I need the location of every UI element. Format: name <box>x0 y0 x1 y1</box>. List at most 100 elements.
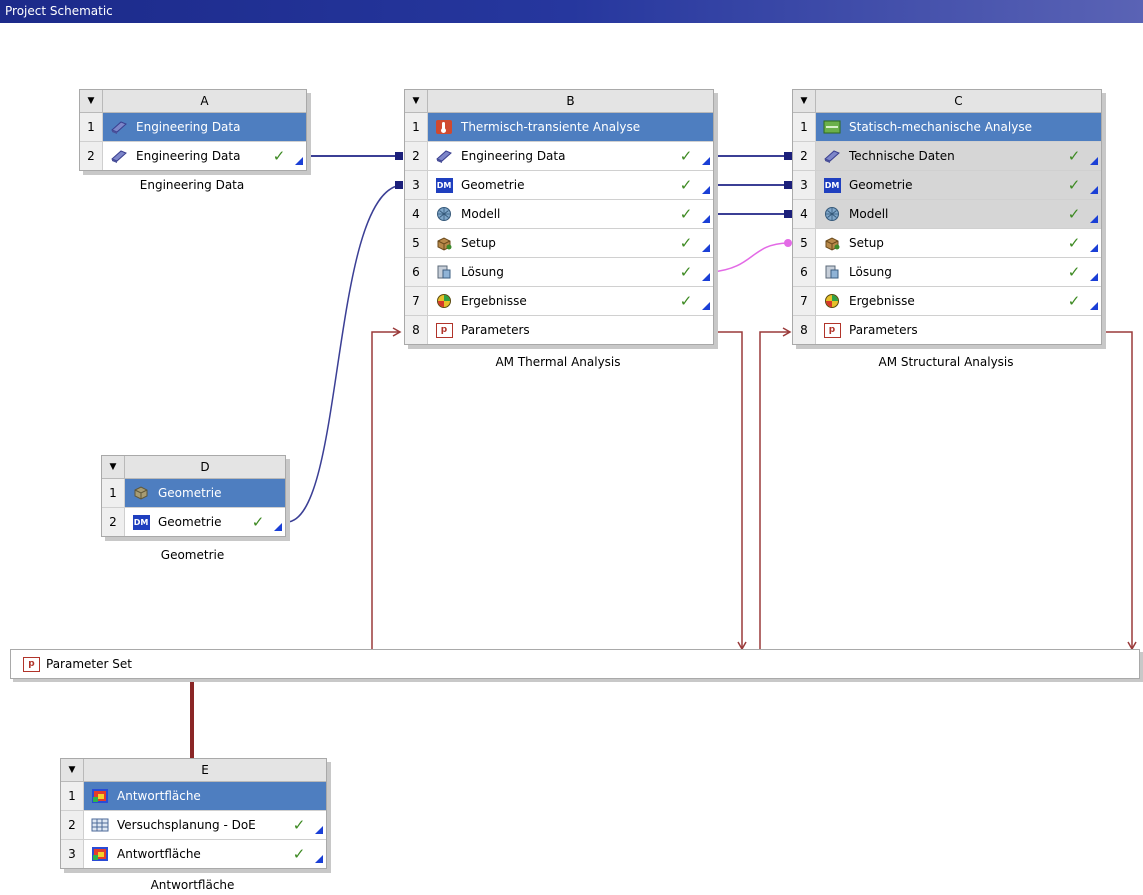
status-flag-icon <box>267 508 285 536</box>
system-b-caption[interactable]: AM Thermal Analysis <box>404 355 712 369</box>
cell-label: Engineering Data <box>136 120 241 134</box>
cell-label: Geometrie <box>158 486 222 500</box>
status-flag-icon <box>1083 171 1101 199</box>
system-letter: E <box>201 763 209 777</box>
collapse-arrow-icon[interactable]: ▼ <box>80 90 103 112</box>
cell-label: Antwortfläche <box>117 789 201 803</box>
status-flag-icon <box>695 200 713 228</box>
cell-label: Modell <box>461 207 501 221</box>
cell-label: Statisch-mechanische Analyse <box>849 120 1032 134</box>
collapse-arrow-icon[interactable]: ▼ <box>405 90 428 112</box>
cell-c1[interactable]: 1 Statisch-mechanische Analyse <box>793 113 1101 142</box>
static-structural-icon <box>821 118 843 136</box>
cell-label: Engineering Data <box>461 149 566 163</box>
cell-d1[interactable]: 1 Geometrie <box>102 479 285 508</box>
cell-c3[interactable]: 3 DM Geometrie ✓ <box>793 171 1101 200</box>
check-icon: ✓ <box>679 234 693 252</box>
cell-c2[interactable]: 2 Technische Daten ✓ <box>793 142 1101 171</box>
cell-label: Setup <box>461 236 496 250</box>
engineering-data-icon <box>108 147 130 165</box>
cell-c5[interactable]: 5 Setup ✓ <box>793 229 1101 258</box>
cell-c4[interactable]: 4 Modell ✓ <box>793 200 1101 229</box>
response-surface-icon <box>89 787 111 805</box>
window-title: Project Schematic <box>0 0 1143 23</box>
cell-label: Geometrie <box>849 178 913 192</box>
system-b[interactable]: ▼ B 1 Thermisch-transiente Analyse 2 Engineer… <box>404 89 714 345</box>
system-letter: D <box>200 460 210 474</box>
cell-label: Lösung <box>849 265 892 279</box>
row-number: 6 <box>793 258 816 286</box>
row-number: 4 <box>405 200 428 228</box>
cell-c7[interactable]: 7 Ergebnisse ✓ <box>793 287 1101 316</box>
collapse-arrow-icon[interactable]: ▼ <box>793 90 816 112</box>
status-flag-icon <box>695 229 713 257</box>
status-flag-icon <box>1083 229 1101 257</box>
param-link-b-in <box>371 331 400 649</box>
system-e[interactable]: ▼ E 1 Antwortfläche 2 Versuchsplanung - DoE ✓ 3… <box>60 758 327 869</box>
response-surface-icon <box>89 845 111 863</box>
check-icon: ✓ <box>1067 205 1081 223</box>
cell-b4[interactable]: 4 Modell ✓ <box>405 200 713 229</box>
status-flag-icon <box>308 811 326 839</box>
system-d-header: ▼ D <box>102 456 285 479</box>
parameter-set-bar[interactable]: p Parameter Set <box>10 649 1140 679</box>
cell-d2[interactable]: 2 DM Geometrie ✓ <box>102 508 285 536</box>
cell-label: Geometrie <box>461 178 525 192</box>
system-a[interactable]: ▼ A 1 Engineering Data 2 Engineering Data ✓ <box>79 89 307 171</box>
designmodeler-icon: DM <box>433 176 455 194</box>
row-number: 1 <box>80 113 103 141</box>
cell-b6[interactable]: 6 Lösung ✓ <box>405 258 713 287</box>
cell-e2[interactable]: 2 Versuchsplanung - DoE ✓ <box>61 811 326 840</box>
cell-b2[interactable]: 2 Engineering Data ✓ <box>405 142 713 171</box>
cell-label: Lösung <box>461 265 504 279</box>
status-flag-icon <box>695 287 713 315</box>
row-number: 1 <box>793 113 816 141</box>
row-number: 1 <box>102 479 125 507</box>
cell-c8[interactable]: 8 p Parameters <box>793 316 1101 344</box>
row-number: 7 <box>793 287 816 315</box>
row-number: 1 <box>405 113 428 141</box>
check-icon: ✓ <box>1067 292 1081 310</box>
system-a-caption[interactable]: Engineering Data <box>79 178 305 192</box>
cell-a1[interactable]: 1 Engineering Data <box>80 113 306 142</box>
cell-b8[interactable]: 8 p Parameters <box>405 316 713 344</box>
results-icon <box>821 292 843 310</box>
cell-a2[interactable]: 2 Engineering Data ✓ <box>80 142 306 170</box>
cell-e3[interactable]: 3 Antwortfläche ✓ <box>61 840 326 868</box>
status-flag-icon <box>1083 287 1101 315</box>
thermal-analysis-icon <box>433 118 455 136</box>
model-icon <box>433 205 455 223</box>
cell-label: Modell <box>849 207 889 221</box>
row-number: 6 <box>405 258 428 286</box>
cell-b1[interactable]: 1 Thermisch-transiente Analyse <box>405 113 713 142</box>
row-number: 2 <box>793 142 816 170</box>
port-c4 <box>784 210 792 218</box>
row-number: 7 <box>405 287 428 315</box>
collapse-arrow-icon[interactable]: ▼ <box>102 456 125 478</box>
cell-e1[interactable]: 1 Antwortfläche <box>61 782 326 811</box>
collapse-arrow-icon[interactable]: ▼ <box>61 759 84 781</box>
port-c5 <box>784 239 792 247</box>
cell-b5[interactable]: 5 Setup ✓ <box>405 229 713 258</box>
status-flag-icon <box>695 142 713 170</box>
cell-label: Ergebnisse <box>849 294 915 308</box>
system-e-caption[interactable]: Antwortfläche <box>60 878 325 892</box>
geometry-box-icon <box>130 484 152 502</box>
system-d-caption[interactable]: Geometrie <box>101 548 284 562</box>
system-c-header: ▼ C <box>793 90 1101 113</box>
check-icon: ✓ <box>679 147 693 165</box>
parameters-icon: p <box>433 321 455 339</box>
row-number: 5 <box>405 229 428 257</box>
param-link-c-out <box>1100 331 1133 649</box>
system-c-caption[interactable]: AM Structural Analysis <box>792 355 1100 369</box>
cell-b3[interactable]: 3 DM Geometrie ✓ <box>405 171 713 200</box>
solution-icon <box>433 263 455 281</box>
system-d[interactable]: ▼ D 1 Geometrie 2 DM Geometrie ✓ <box>101 455 286 537</box>
cell-c6[interactable]: 6 Lösung ✓ <box>793 258 1101 287</box>
system-c[interactable]: ▼ C 1 Statisch-mechanische Analyse 2 Technisc… <box>792 89 1102 345</box>
row-number: 8 <box>405 316 428 344</box>
cell-b7[interactable]: 7 Ergebnisse ✓ <box>405 287 713 316</box>
check-icon: ✓ <box>292 816 306 834</box>
cell-label: Versuchsplanung - DoE <box>117 818 256 832</box>
link-d2-b3 <box>286 184 403 523</box>
